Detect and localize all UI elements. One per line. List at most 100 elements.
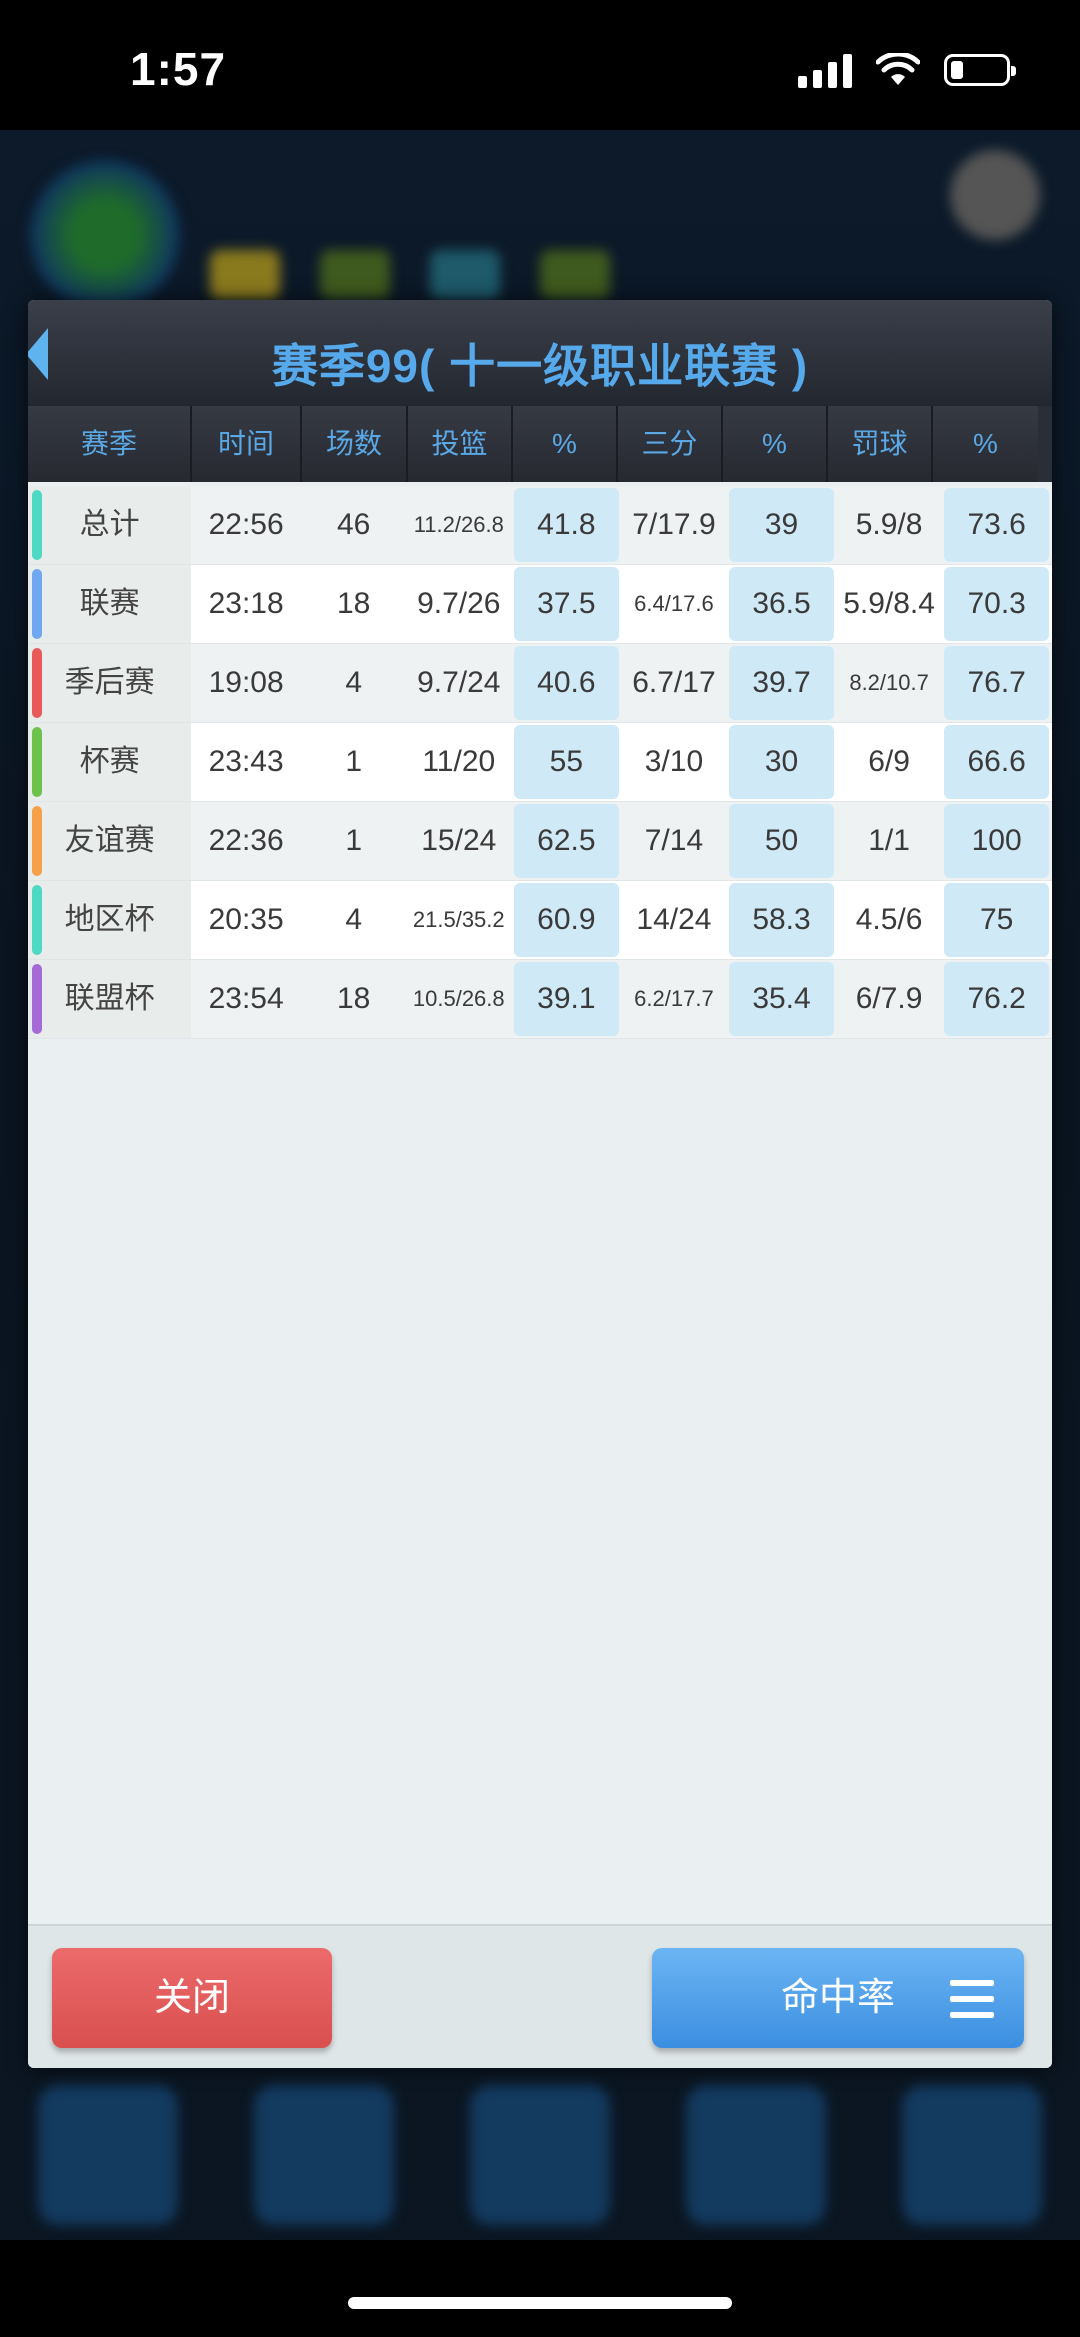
table-row[interactable]: 联赛 23:18 18 9.7/26 37.5 6.4/17.6 36.5 5.9/8.4 70… [28, 565, 1052, 644]
season-cell: 总计 [28, 486, 192, 564]
row-color-indicator [32, 727, 42, 797]
column-header-games: 场数 [302, 406, 408, 482]
season-label: 杯赛 [79, 745, 140, 778]
row-color-indicator [32, 569, 42, 639]
season-cell: 地区杯 [28, 881, 192, 959]
hit-rate-label: 命中率 [780, 1977, 895, 2019]
table-header: 赛季 时间 场数 投篮 % 三分 % 罚球 % [28, 406, 1052, 482]
background-avatar [30, 160, 180, 310]
status-time: 1:57 [130, 43, 227, 95]
ft-pct-cell: 76.7 [944, 646, 1049, 720]
three-pct-cell: 39.7 [729, 646, 834, 720]
three-pct-cell: 35.4 [729, 962, 834, 1036]
three-pct-cell: 58.3 [729, 883, 834, 957]
dialog-footer: 关闭 命中率 [28, 1924, 1052, 2068]
season-label: 季后赛 [64, 666, 155, 699]
fg-cell: 11.2/26.8 [413, 512, 504, 537]
season-label: 联盟杯 [64, 982, 155, 1015]
column-header-three-pointers: 三分 [618, 406, 723, 482]
games-cell: 18 [337, 982, 371, 1015]
row-color-indicator [32, 490, 42, 560]
fg-cell: 9.7/26 [417, 587, 501, 620]
row-color-indicator [32, 648, 42, 718]
background-bottom-nav [0, 2070, 1080, 2240]
season-cell: 联盟杯 [28, 960, 192, 1038]
hit-rate-button[interactable]: 命中率 [652, 1948, 1024, 2048]
three-pct-cell: 36.5 [729, 567, 834, 641]
season-label: 友谊赛 [64, 824, 155, 857]
ft-pct-cell: 76.2 [944, 962, 1049, 1036]
ft-cell: 1/1 [868, 824, 910, 857]
time-cell: 22:56 [208, 508, 284, 541]
three-cell: 7/17.9 [632, 508, 716, 541]
season-label: 地区杯 [64, 903, 155, 936]
column-header-field-goals: 投篮 [408, 406, 513, 482]
table-row[interactable]: 联盟杯 23:54 18 10.5/26.8 39.1 6.2/17.7 35.4 6/7.9… [28, 960, 1052, 1039]
fg-pct-cell: 40.6 [514, 646, 619, 720]
table-row[interactable]: 地区杯 20:35 4 21.5/35.2 60.9 14/24 58.3 4.5/6 75 [28, 881, 1052, 960]
time-cell: 23:54 [208, 982, 284, 1015]
three-cell: 7/14 [644, 824, 704, 857]
column-header-fg-pct: % [513, 406, 618, 482]
season-cell: 联赛 [28, 565, 192, 643]
three-cell: 6.7/17 [632, 666, 716, 699]
three-pct-cell: 39 [729, 488, 834, 562]
column-header-ft-pct: % [933, 406, 1038, 482]
table-row[interactable]: 友谊赛 22:36 1 15/24 62.5 7/14 50 1/1 100 [28, 802, 1052, 881]
wifi-icon [876, 53, 920, 85]
fg-pct-cell: 55 [514, 725, 619, 799]
ft-cell: 5.9/8.4 [843, 587, 935, 620]
ft-cell: 4.5/6 [855, 903, 923, 936]
three-cell: 6.4/17.6 [634, 591, 714, 616]
ft-pct-cell: 100 [944, 804, 1049, 878]
signal-icon [798, 52, 852, 88]
season-label: 总计 [79, 508, 140, 541]
background-gear-icon [950, 150, 1040, 240]
three-cell: 3/10 [644, 745, 704, 778]
games-cell: 1 [345, 745, 363, 778]
time-cell: 23:18 [208, 587, 284, 620]
ft-cell: 6/7.9 [855, 982, 923, 1015]
table-row[interactable]: 季后赛 19:08 4 9.7/24 40.6 6.7/17 39.7 8.2/10.7 76.… [28, 644, 1052, 723]
battery-icon [944, 54, 1016, 86]
column-header-time: 时间 [192, 406, 302, 482]
fg-pct-cell: 37.5 [514, 567, 619, 641]
status-icons [798, 52, 1016, 88]
games-cell: 46 [337, 508, 371, 541]
row-color-indicator [32, 806, 42, 876]
three-pct-cell: 50 [729, 804, 834, 878]
three-cell: 6.2/17.7 [634, 986, 714, 1011]
season-cell: 友谊赛 [28, 802, 192, 880]
dialog-title: 赛季99( 十一级职业联赛 ) [271, 340, 809, 392]
fg-pct-cell: 39.1 [514, 962, 619, 1036]
row-color-indicator [32, 885, 42, 955]
row-color-indicator [32, 964, 42, 1034]
games-cell: 1 [345, 824, 363, 857]
ft-cell: 8.2/10.7 [849, 670, 929, 695]
time-cell: 23:43 [208, 745, 284, 778]
fg-pct-cell: 60.9 [514, 883, 619, 957]
close-button[interactable]: 关闭 [52, 1948, 332, 2048]
home-indicator[interactable] [348, 2297, 732, 2309]
season-cell: 季后赛 [28, 644, 192, 722]
fg-cell: 15/24 [421, 824, 497, 857]
ft-pct-cell: 75 [944, 883, 1049, 957]
dialog-header: 赛季99( 十一级职业联赛 ) [28, 300, 1052, 406]
fg-pct-cell: 41.8 [514, 488, 619, 562]
fg-cell: 21.5/35.2 [412, 907, 505, 932]
column-header-three-pct: % [723, 406, 828, 482]
season-label: 联赛 [79, 587, 140, 620]
fg-cell: 10.5/26.8 [412, 986, 505, 1011]
table-row[interactable]: 杯赛 23:43 1 11/20 55 3/10 30 6/9 66.6 [28, 723, 1052, 802]
games-cell: 4 [345, 903, 363, 936]
fg-cell: 9.7/24 [417, 666, 501, 699]
time-cell: 20:35 [208, 903, 284, 936]
ft-pct-cell: 70.3 [944, 567, 1049, 641]
ft-pct-cell: 66.6 [944, 725, 1049, 799]
time-cell: 19:08 [208, 666, 284, 699]
column-header-free-throws: 罚球 [828, 406, 933, 482]
table-body: 总计 22:56 46 11.2/26.8 41.8 7/17.9 39 5.9/8 73.6 联… [28, 486, 1052, 1039]
season-cell: 杯赛 [28, 723, 192, 801]
fg-pct-cell: 62.5 [514, 804, 619, 878]
table-row[interactable]: 总计 22:56 46 11.2/26.8 41.8 7/17.9 39 5.9/8 73.6 [28, 486, 1052, 565]
